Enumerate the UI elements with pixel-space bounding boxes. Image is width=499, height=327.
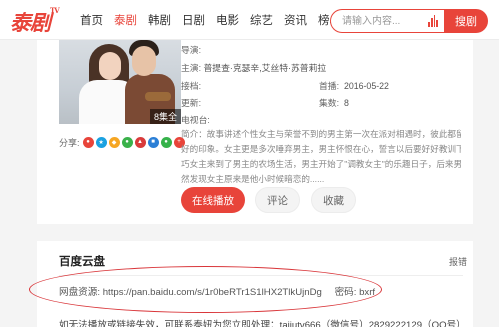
share-label: 分享: <box>59 137 80 148</box>
nav-item-thai-drama[interactable]: 泰剧 <box>114 12 137 28</box>
poster-hat <box>145 92 171 101</box>
poster-figure-face <box>99 52 121 80</box>
nav-item-japanese-drama[interactable]: 日剧 <box>182 12 205 28</box>
watch-online-button[interactable]: 在线播放 <box>181 187 245 213</box>
update-row: 更新: <box>181 96 201 109</box>
divider <box>59 275 463 276</box>
share-bar: 分享: ● ★ ◆ ● ▲ ■ ● + <box>59 134 187 150</box>
cast-label: 主演: <box>181 63 202 73</box>
site-header: 泰剧TV 首页 泰剧 韩剧 日剧 电影 综艺 资讯 榜单 搜剧 <box>0 0 499 40</box>
share-renren-icon[interactable]: ■ <box>147 136 159 148</box>
resource-link-line: 网盘资源: https://pan.baidu.com/s/1r0beRTr1S… <box>59 284 375 298</box>
share-douban-icon[interactable]: ▲ <box>134 136 146 148</box>
episodes-badge: 8集全 <box>149 109 181 124</box>
premiere-label: 首播: <box>319 81 340 91</box>
summary-line: 然发现女主原来是他小时候暗恋的...... <box>181 174 325 184</box>
share-weibo-icon[interactable]: ● <box>82 136 94 148</box>
site-logo[interactable]: 泰剧TV <box>10 6 60 37</box>
resource-panel: 百度云盘 报错 网盘资源: https://pan.baidu.com/s/1r… <box>37 241 473 327</box>
tv-row: 电视台: <box>181 113 210 126</box>
contact-note: 如无法播放或链接失效，可联系泰妞为您立即处理：taijutv666（微信号）28… <box>59 320 466 327</box>
premiere-row: 首播: 2016-05-22 <box>319 79 389 92</box>
resource-url-link[interactable]: https://pan.baidu.com/s/1r0beRTr1S1lHX2T… <box>103 287 322 298</box>
drama-info-card: 8集全 分享: ● ★ ◆ ● ▲ ■ ● + 导演: 主演: 普提查·克瑟辛,… <box>37 40 473 224</box>
episodes-value: 8 <box>343 98 349 108</box>
search-input[interactable] <box>342 10 428 32</box>
cast-value[interactable]: 普提查·克瑟辛,艾丝特·苏普莉拉 <box>204 63 327 73</box>
share-moments-icon[interactable]: ● <box>160 136 172 148</box>
nav-item-variety[interactable]: 综艺 <box>250 12 273 28</box>
nav-item-news[interactable]: 资讯 <box>284 12 307 28</box>
nav-item-movies[interactable]: 电影 <box>216 12 239 28</box>
poster-figure-face-2 <box>132 46 156 76</box>
comment-button[interactable]: 评论 <box>255 187 300 213</box>
summary-line: 好的印象。女主更是多次唾弃男主，男主怀恨在心，誓言以后要好好教训下女主，恰 <box>181 144 461 154</box>
episodes-row: 集数: 8 <box>319 96 349 109</box>
share-qzone-icon[interactable]: ★ <box>95 136 107 148</box>
favorite-button[interactable]: 收藏 <box>311 187 356 213</box>
update-label: 更新: <box>181 98 202 108</box>
main-nav: 首页 泰剧 韩剧 日剧 电影 综艺 资讯 榜单 <box>80 0 352 40</box>
source-label: 网盘资源: <box>59 287 101 298</box>
search-button[interactable]: 搜剧 <box>444 9 488 33</box>
password-label: 密码: <box>334 287 357 298</box>
station-label: 接档: <box>181 81 202 91</box>
drama-poster[interactable]: 8集全 <box>59 40 181 124</box>
director-row: 导演: <box>181 43 201 56</box>
director-label: 导演: <box>181 45 202 55</box>
tv-label: 电视台: <box>181 115 210 125</box>
share-wechat-icon[interactable]: ● <box>121 136 133 148</box>
report-error-link[interactable]: 报错 <box>449 255 467 268</box>
episodes-label: 集数: <box>319 98 340 108</box>
share-qq-icon[interactable]: ◆ <box>108 136 120 148</box>
cast-row: 主演: 普提查·克瑟辛,艾丝特·苏普莉拉 <box>181 61 326 74</box>
search-box <box>330 9 444 33</box>
resource-title: 百度云盘 <box>59 256 105 268</box>
voice-bars-icon[interactable] <box>428 15 438 27</box>
summary-line: 巧女主来到了男主的农场生活，男主开始了"调教女主"的乐趣日子，后来男主突 <box>181 159 461 169</box>
password-value[interactable]: bxrf <box>359 287 375 298</box>
premiere-value: 2016-05-22 <box>343 81 389 91</box>
nav-item-korean-drama[interactable]: 韩剧 <box>148 12 171 28</box>
summary-line: 简介：故事讲述个性女主与荣誉不到的男主第一次在派对相遇时，彼此都留下了不 <box>181 129 461 139</box>
nav-item-home[interactable]: 首页 <box>80 12 103 28</box>
drama-summary: 简介：故事讲述个性女主与荣誉不到的男主第一次在派对相遇时，彼此都留下了不 好的印… <box>181 127 461 187</box>
station-row: 接档: <box>181 79 201 92</box>
